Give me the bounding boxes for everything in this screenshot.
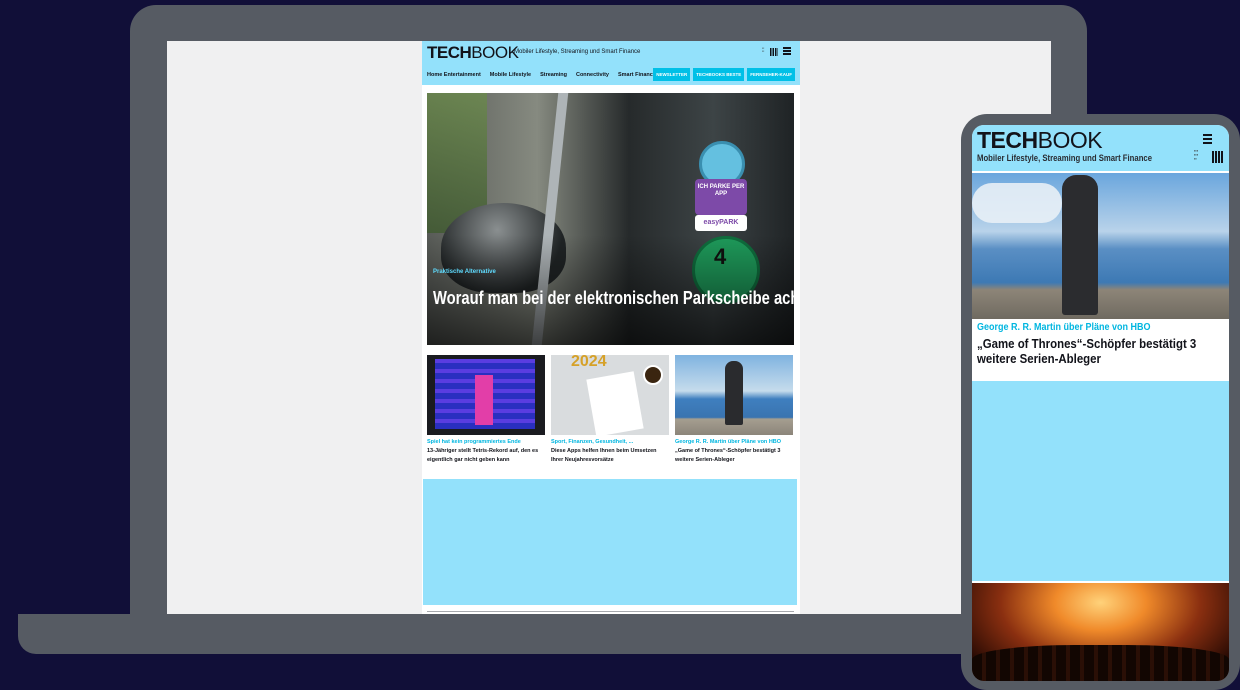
mobile-ad-placeholder [972,381,1229,581]
mobile-concert-image[interactable] [972,583,1229,681]
main-nav: Home Entertainment Mobile Lifestyle Stre… [427,72,656,78]
teaser-image [427,355,545,435]
teaser-card-got[interactable]: George R. R. Martin über Pläne von HBO „… [675,355,793,465]
menu-icon[interactable] [783,47,791,55]
mobile-website: TECHBOOK Mobiler Lifestyle, Streaming un… [972,125,1229,681]
newsletter-button[interactable]: NEWSLETTER [653,68,691,81]
nav-buttons: NEWSLETTER TECHBOOKS BESTE FERNSEHER-KAU… [653,68,795,81]
hero-title[interactable]: Worauf man bei der elektronischen Parksc… [433,286,794,311]
hero-image-easypark-label: easyPARK [695,215,747,231]
menu-icon[interactable] [1203,134,1212,146]
techbooks-beste-button[interactable]: TECHBOOKS BESTE [693,68,745,81]
mobile-article-kicker: George R. R. Martin über Pläne von HBO [977,322,1151,333]
mobile-hero-image[interactable] [972,173,1229,319]
teaser-kicker: George R. R. Martin über Pläne von HBO [675,439,782,445]
brand-mark-icon[interactable]: ▪▪ ▪▪ [762,47,778,56]
nav-item-smart-finance[interactable]: Smart Finance [618,72,656,78]
nav-item-mobile-lifestyle[interactable]: Mobile Lifestyle [490,72,531,78]
teaser-title[interactable]: „Game of Thrones“-Schöpfer bestätigt 3 w… [675,447,793,465]
fernseher-kauf-button[interactable]: FERNSEHER-KAUF [747,68,795,81]
teaser-image [675,355,793,435]
site-header: TECHBOOK Mobiler Lifestyle, Streaming un… [422,41,800,85]
nav-item-connectivity[interactable]: Connectivity [576,72,609,78]
teaser-title[interactable]: Diese Apps helfen Ihnen beim Umsetzen Ih… [551,447,669,465]
hero-article[interactable]: ICH PARKE PER APP easyPARK 4 Praktische … [427,93,794,345]
teaser-kicker: Sport, Finanzen, Gesundheit, ... [551,439,634,445]
mobile-article-title[interactable]: „Game of Thrones“-Schöpfer bestätigt 3 w… [977,336,1219,366]
laptop-screen: TECHBOOK Mobiler Lifestyle, Streaming un… [167,41,1051,614]
brand-mark-icon[interactable]: ▪▪▪ ▪▪▪ ▪▪ [1194,149,1224,163]
teaser-image: 2024 [551,355,669,435]
ad-placeholder [423,479,797,605]
site-logo[interactable]: TECHBOOK [427,43,519,63]
teaser-card-apps[interactable]: 2024 Sport, Finanzen, Gesundheit, ... Di… [551,355,669,465]
divider [427,611,794,612]
teaser-kicker: Spiel hat kein programmiertes Ende [427,439,521,445]
mobile-tagline: Mobiler Lifestyle, Streaming und Smart F… [977,153,1153,163]
phone-frame: TECHBOOK Mobiler Lifestyle, Streaming un… [961,114,1240,690]
mobile-logo[interactable]: TECHBOOK [977,127,1103,153]
site-tagline: Mobiler Lifestyle, Streaming und Smart F… [514,49,641,55]
nav-item-streaming[interactable]: Streaming [540,72,567,78]
teaser-card-tetris[interactable]: Spiel hat kein programmiertes Ende 13-Jä… [427,355,545,465]
teaser-title[interactable]: 13-Jähriger stellt Tetris-Rekord auf, de… [427,447,545,465]
nav-item-home-entertainment[interactable]: Home Entertainment [427,72,481,78]
hero-image-sticker: ICH PARKE PER APP [695,179,747,215]
hero-kicker: Praktische Alternative [433,269,496,275]
desktop-website: TECHBOOK Mobiler Lifestyle, Streaming un… [422,41,800,614]
mobile-header: TECHBOOK Mobiler Lifestyle, Streaming un… [972,125,1229,171]
